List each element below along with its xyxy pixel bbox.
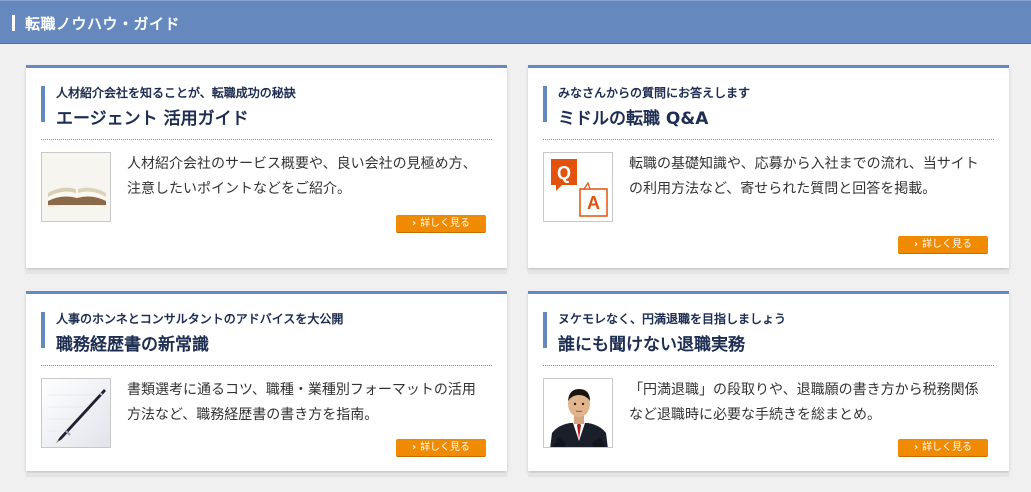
card-description: 書類選考に通るコツ、職種・業種別フォーマットの活用方法など、職務経歴書の書き方を…: [127, 382, 476, 423]
details-button-label: 詳しく見る: [922, 442, 973, 453]
details-button-label: 詳しく見る: [420, 218, 471, 229]
card-title-link[interactable]: 職務経歴書の新常識: [56, 330, 209, 355]
card-title-link[interactable]: ミドルの転職 Q&A: [558, 104, 708, 129]
card-subtitle: ヌケモレなく、円満退職を目指しましょう: [558, 312, 787, 326]
card-accent-bar: [543, 312, 547, 348]
section-title: 転職ノウハウ・ガイド: [25, 15, 181, 33]
businessman-photo[interactable]: [543, 378, 613, 448]
guide-card-resignation: ヌケモレなく、円満退職を目指しましょう 誰にも聞けない退職実務 「円満退職」の段…: [528, 291, 1009, 477]
book-icon[interactable]: [41, 152, 111, 222]
header-accent-bar: [12, 15, 15, 31]
card-accent-bar: [543, 86, 547, 122]
guide-card-resume: 人事のホンネとコンサルタントのアドバイスを大公開 職務経歴書の新常識 書類選考に…: [26, 291, 507, 477]
guide-card-qa: みなさんからの質問にお答えします ミドルの転職 Q&A Q A 転職の基礎知識や…: [528, 65, 1009, 274]
card-accent-bar: [41, 86, 45, 122]
pen-icon[interactable]: [41, 378, 111, 448]
chevron-right-icon: ›: [411, 442, 417, 453]
details-button[interactable]: › 詳しく見る: [898, 439, 988, 457]
chevron-right-icon: ›: [913, 442, 919, 453]
card-header: ヌケモレなく、円満退職を目指しましょう 誰にも聞けない退職実務: [543, 310, 994, 366]
guide-card-agent: 人材紹介会社を知ることが、転職成功の秘訣 エージェント 活用ガイド 人材紹介会社…: [26, 65, 507, 274]
card-subtitle: みなさんからの質問にお答えします: [558, 86, 751, 100]
card-subtitle: 人材紹介会社を知ることが、転職成功の秘訣: [56, 86, 296, 100]
details-button[interactable]: › 詳しく見る: [898, 236, 988, 254]
details-button-label: 詳しく見る: [922, 239, 973, 250]
card-subtitle: 人事のホンネとコンサルタントのアドバイスを大公開: [56, 312, 344, 326]
card-header: 人事のホンネとコンサルタントのアドバイスを大公開 職務経歴書の新常識: [41, 310, 492, 366]
card-description: 「円満退職」の段取りや、退職願の書き方から税務関係など退職時に必要な手続きを総ま…: [629, 382, 979, 423]
qa-icon[interactable]: Q A: [543, 152, 613, 222]
qa-q-letter: Q: [557, 163, 571, 183]
card-header: みなさんからの質問にお答えします ミドルの転職 Q&A: [543, 84, 994, 140]
section-header: 転職ノウハウ・ガイド: [0, 0, 1031, 44]
chevron-right-icon: ›: [411, 218, 417, 229]
card-header: 人材紹介会社を知ることが、転職成功の秘訣 エージェント 活用ガイド: [41, 84, 492, 140]
details-button-label: 詳しく見る: [420, 442, 471, 453]
details-button[interactable]: › 詳しく見る: [396, 439, 486, 457]
qa-a-letter: A: [587, 193, 600, 213]
card-accent-bar: [41, 312, 45, 348]
details-button[interactable]: › 詳しく見る: [396, 215, 486, 233]
card-title-link[interactable]: 誰にも聞けない退職実務: [558, 330, 745, 355]
chevron-right-icon: ›: [913, 239, 919, 250]
card-description: 転職の基礎知識や、応募から入社までの流れ、当サイトの利用方法など、寄せられた質問…: [629, 156, 979, 197]
card-description: 人材紹介会社のサービス概要や、良い会社の見極め方、注意したいポイントなどをご紹介…: [127, 156, 477, 197]
card-title-link[interactable]: エージェント 活用ガイド: [56, 104, 249, 129]
